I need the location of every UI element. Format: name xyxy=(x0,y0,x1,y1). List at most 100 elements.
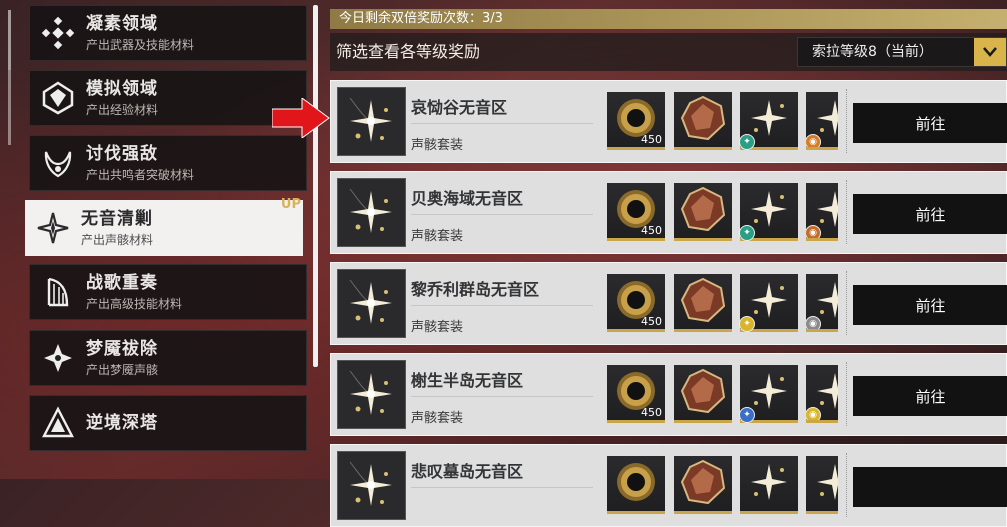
category-item-6[interactable]: 梦魇祓除产出梦魇声骸 xyxy=(29,330,307,386)
region-sub: 声骸套装 xyxy=(411,320,464,335)
harp-icon xyxy=(30,275,86,309)
category-sub: 产出共鸣者突破材料 xyxy=(86,167,195,182)
level-select[interactable]: 索拉等级8（当前） xyxy=(797,37,1007,67)
reward-echo-icon[interactable]: ✦ xyxy=(739,274,798,332)
category-title: 模拟领域 xyxy=(86,78,158,99)
reward-echo-icon[interactable]: ✦ xyxy=(739,365,798,423)
reward-echo-icon-2[interactable]: ◉ xyxy=(806,365,838,423)
category-item-7[interactable]: 逆境深塔 xyxy=(29,395,307,451)
go-button-label: 前往 xyxy=(915,114,946,133)
red-arrow-icon xyxy=(272,98,330,138)
name-divider xyxy=(411,214,593,215)
category-title: 无音清剿 xyxy=(81,208,153,229)
category-item-4[interactable]: 无音清剿产出声骸材料 UP xyxy=(25,197,303,256)
reward-tuner-icon[interactable] xyxy=(607,456,665,514)
region-sub: 声骸套装 xyxy=(411,229,464,244)
category-sub: 产出经验材料 xyxy=(86,102,159,117)
reward-crystal-icon[interactable] xyxy=(674,456,732,514)
up-badge: UP xyxy=(280,197,301,212)
bonus-text: 今日剩余双倍奖励次数：3/3 xyxy=(339,11,503,26)
name-divider xyxy=(411,487,593,488)
reward-quantity: 450 xyxy=(641,224,662,237)
reward-echo-icon[interactable]: ✦ xyxy=(739,183,798,241)
category-sub: 产出声骸材料 xyxy=(81,232,154,247)
go-button[interactable]: 前往 xyxy=(853,103,1007,143)
reward-echo-icon-2[interactable]: ◉ xyxy=(806,183,838,241)
reward-tuner-icon[interactable]: 450 xyxy=(607,365,665,423)
name-divider xyxy=(411,305,593,306)
region-name: 哀恸谷无音区 xyxy=(411,98,508,117)
filter-label: 筛选查看各等级奖励 xyxy=(336,42,481,61)
element-badge-icon: ✦ xyxy=(739,134,755,150)
reward-echo-icon-2[interactable] xyxy=(806,456,838,514)
name-divider xyxy=(411,396,593,397)
region-name: 贝奥海域无音区 xyxy=(411,189,524,208)
category-title: 战歌重奏 xyxy=(86,272,158,293)
reward-tuner-icon[interactable]: 450 xyxy=(607,274,665,332)
element-badge-icon: ◉ xyxy=(806,225,821,238)
echo-set-thumbnail xyxy=(337,360,406,429)
horns-icon xyxy=(30,146,86,180)
panel-divider xyxy=(313,5,318,367)
reward-crystal-icon[interactable] xyxy=(674,92,732,150)
category-item-3[interactable]: 讨伐强敌产出共鸣者突破材料 xyxy=(29,135,307,191)
region-sub: 声骸套装 xyxy=(411,411,464,426)
category-title: 凝素领域 xyxy=(86,13,158,34)
category-item-5[interactable]: 战歌重奏产出高级技能材料 xyxy=(29,264,307,320)
reward-row: 悲叹墓岛无音区 xyxy=(330,444,1007,527)
echo-set-thumbnail xyxy=(337,451,406,520)
go-button-label: 前往 xyxy=(915,296,946,315)
sparkle-icon xyxy=(25,211,81,245)
dotted-separator xyxy=(846,362,847,426)
reward-quantity: 450 xyxy=(641,315,662,328)
category-sub: 产出梦魇声骸 xyxy=(86,362,159,377)
category-sub: 产出武器及技能材料 xyxy=(86,37,195,52)
echo-set-thumbnail xyxy=(337,269,406,338)
region-name: 榭生半岛无音区 xyxy=(411,371,524,390)
reward-echo-icon-2[interactable]: ◉ xyxy=(806,274,838,332)
reward-quantity: 450 xyxy=(641,133,662,146)
name-divider xyxy=(411,123,593,124)
reward-echo-icon[interactable]: ✦ xyxy=(739,92,798,150)
reward-row: 贝奥海域无音区声骸套装 450 ✦ ◉ 前往 xyxy=(330,171,1007,254)
region-sub: 声骸套装 xyxy=(411,138,464,153)
category-title: 梦魇祓除 xyxy=(86,338,158,359)
reward-row: 哀恸谷无音区声骸套装 450 ✦ ◉ 前往 xyxy=(330,80,1007,163)
dotted-separator xyxy=(846,271,847,335)
go-button-label: 前往 xyxy=(915,205,946,224)
dotted-separator xyxy=(846,180,847,244)
reward-crystal-icon[interactable] xyxy=(674,365,732,423)
reward-quantity: 450 xyxy=(641,406,662,419)
reward-row: 榭生半岛无音区声骸套装 450 ✦ ◉ 前往 xyxy=(330,353,1007,436)
category-item-2[interactable]: 模拟领域产出经验材料 xyxy=(29,70,307,126)
go-button[interactable]: 前往 xyxy=(853,376,1007,416)
go-button-label: 前往 xyxy=(915,387,946,406)
reward-crystal-icon[interactable] xyxy=(674,274,732,332)
diamond-icon xyxy=(30,16,86,50)
category-title: 讨伐强敌 xyxy=(86,143,158,164)
echo-set-thumbnail xyxy=(337,87,406,156)
go-button[interactable] xyxy=(853,467,1007,507)
category-sub: 产出高级技能材料 xyxy=(86,296,183,311)
region-name: 悲叹墓岛无音区 xyxy=(411,462,524,481)
element-badge-icon: ◉ xyxy=(806,134,821,147)
crystal-icon xyxy=(30,81,86,115)
go-button[interactable]: 前往 xyxy=(853,194,1007,234)
chevron-down-icon[interactable] xyxy=(974,38,1006,66)
reward-row: 黎乔利群岛无音区声骸套装 450 ✦ ◉ 前往 xyxy=(330,262,1007,345)
region-name: 黎乔利群岛无音区 xyxy=(411,280,540,299)
filter-bar: 筛选查看各等级奖励 索拉等级8（当前） xyxy=(330,33,1007,71)
element-badge-icon: ✦ xyxy=(739,316,755,332)
reward-echo-icon-2[interactable]: ◉ xyxy=(806,92,838,150)
element-badge-icon: ✦ xyxy=(739,407,755,423)
go-button[interactable]: 前往 xyxy=(853,285,1007,325)
reward-echo-icon[interactable] xyxy=(740,456,798,514)
category-title: 逆境深塔 xyxy=(86,413,158,433)
reward-crystal-icon[interactable] xyxy=(674,183,732,241)
dotted-separator xyxy=(846,89,847,153)
left-scroll-indicator xyxy=(8,10,11,70)
reward-tuner-icon[interactable]: 450 xyxy=(607,183,665,241)
category-item-1[interactable]: 凝素领域产出武器及技能材料 xyxy=(29,5,307,61)
reward-tuner-icon[interactable]: 450 xyxy=(607,92,665,150)
echo-set-thumbnail xyxy=(337,178,406,247)
